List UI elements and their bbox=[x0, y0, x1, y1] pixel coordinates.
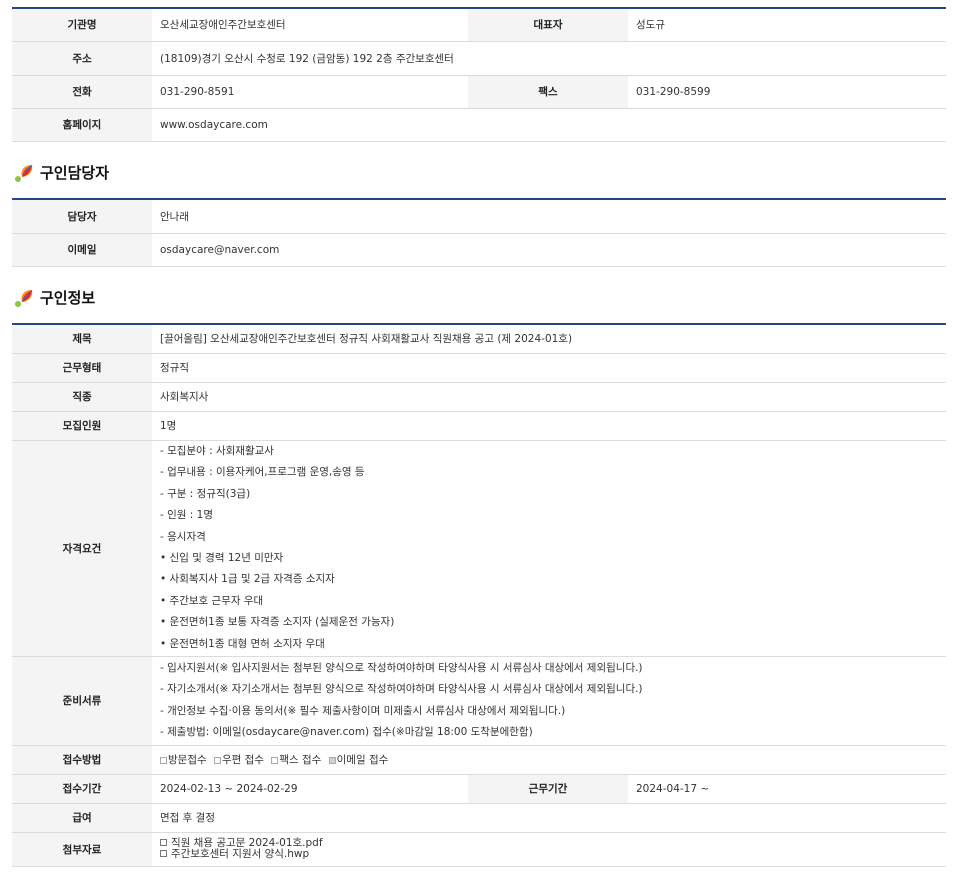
job-occupation-label: 직종 bbox=[12, 382, 152, 412]
contact-person-label: 담당자 bbox=[12, 199, 152, 234]
org-name-row: 기관명 오산세교장애인주간보호센터 대표자 성도규 bbox=[12, 8, 946, 42]
method-mail-option: 우편 접수 bbox=[213, 754, 264, 766]
contact-email-row: 이메일 osdaycare@naver.com bbox=[12, 233, 946, 267]
qualification-item: • 주간보호 근무자 우대 bbox=[160, 594, 264, 607]
org-home-label: 홈페이지 bbox=[12, 108, 152, 142]
contact-person-value: 안나래 bbox=[152, 199, 946, 234]
contact-section-heading: 구인담당자 bbox=[14, 161, 109, 183]
org-name-value: 오산세교장애인주간보호센터 bbox=[152, 8, 468, 42]
contact-section-title: 구인담당자 bbox=[40, 163, 110, 182]
job-section-title: 구인정보 bbox=[40, 288, 96, 307]
checkbox-icon bbox=[271, 757, 279, 764]
file-icon bbox=[160, 839, 167, 846]
qualification-item: • 운전면허1종 대형 면허 소지자 우대 bbox=[160, 637, 325, 650]
file-icon bbox=[160, 850, 167, 857]
attachment-link[interactable]: 주간보호센터 지원서 양식.hwp bbox=[160, 849, 938, 860]
qualification-item: - 업무내용 : 이용자케어,프로그램 운영,송영 등 bbox=[160, 466, 365, 479]
job-qualification-list: - 모집분야 : 사회재활교사 - 업무내용 : 이용자케어,프로그램 운영,송… bbox=[152, 440, 946, 657]
checkbox-checked-icon bbox=[328, 757, 336, 764]
job-headcount-value: 1명 bbox=[152, 411, 946, 441]
contact-email-label: 이메일 bbox=[12, 233, 152, 267]
qualification-item: - 응시자격 bbox=[160, 530, 206, 543]
org-tel-label: 전화 bbox=[12, 75, 152, 109]
org-home-link[interactable]: www.osdaycare.com bbox=[152, 108, 946, 142]
job-salary-row: 급여 면접 후 결정 bbox=[12, 803, 946, 833]
job-attachments-label: 첨부자료 bbox=[12, 832, 152, 867]
contact-email-value[interactable]: osdaycare@naver.com bbox=[152, 233, 946, 267]
job-period-row: 접수기간 2024-02-13 ~ 2024-02-29 근무기간 2024-0… bbox=[12, 774, 946, 804]
org-home-row: 홈페이지 www.osdaycare.com bbox=[12, 108, 946, 142]
org-fax-label: 팩스 bbox=[468, 75, 628, 109]
contact-table: 담당자 안나래 이메일 osdaycare@naver.com bbox=[12, 198, 946, 267]
checkbox-icon bbox=[160, 757, 167, 764]
qualification-item: • 신입 및 경력 12년 미만자 bbox=[160, 552, 284, 564]
method-email-option: 이메일 접수 bbox=[328, 754, 388, 766]
job-method-row: 접수방법 방문접수 우편 접수 팩스 접수 이메일 접수 bbox=[12, 745, 946, 775]
job-headcount-label: 모집인원 bbox=[12, 411, 152, 441]
job-title-label: 제목 bbox=[12, 324, 152, 354]
org-info-table: 기관명 오산세교장애인주간보호센터 대표자 성도규 주소 (18109)경기 오… bbox=[12, 7, 946, 142]
job-section-heading: 구인정보 bbox=[14, 286, 95, 308]
job-occupation-value: 사회복지사 bbox=[152, 382, 946, 412]
job-worktype-label: 근무형태 bbox=[12, 353, 152, 383]
job-title-value: [끌어올림] 오산세교장애인주간보호센터 정규직 사회재활교사 직원채용 공고 … bbox=[152, 324, 946, 354]
method-fax-option: 팩스 접수 bbox=[271, 754, 321, 766]
qualification-item: - 구분 : 정규직(3급) bbox=[160, 487, 251, 500]
job-posting-page: 기관명 오산세교장애인주간보호센터 대표자 성도규 주소 (18109)경기 오… bbox=[0, 0, 959, 872]
method-visit-option: 방문접수 bbox=[160, 754, 207, 766]
qualification-item: - 모집분야 : 사회재활교사 bbox=[160, 444, 274, 457]
document-item: - 개인정보 수집·이용 동의서(※ 필수 제출사항이며 미제출시 서류심사 대… bbox=[160, 704, 566, 717]
job-qualification-row: 자격요건 - 모집분야 : 사회재활교사 - 업무내용 : 이용자케어,프로그램… bbox=[12, 440, 946, 657]
job-period-value: 2024-02-13 ~ 2024-02-29 bbox=[152, 774, 468, 804]
job-occupation-row: 직종 사회복지사 bbox=[12, 382, 946, 412]
job-attachments-row: 첨부자료 직원 채용 공고문 2024-01호.pdf 주간보호센터 지원서 양… bbox=[12, 832, 946, 867]
job-title-row: 제목 [끌어올림] 오산세교장애인주간보호센터 정규직 사회재활교사 직원채용 … bbox=[12, 324, 946, 354]
org-fax-value: 031-290-8599 bbox=[628, 75, 946, 109]
qualification-item: - 인원 : 1명 bbox=[160, 509, 213, 522]
job-attachments-list: 직원 채용 공고문 2024-01호.pdf 주간보호센터 지원서 양식.hwp bbox=[152, 832, 946, 867]
job-method-label: 접수방법 bbox=[12, 745, 152, 775]
org-addr-row: 주소 (18109)경기 오산시 수청로 192 (금암동) 192 2층 주간… bbox=[12, 41, 946, 76]
org-rep-value: 성도규 bbox=[628, 8, 946, 42]
org-addr-label: 주소 bbox=[12, 41, 152, 76]
job-info-table: 제목 [끌어올림] 오산세교장애인주간보호센터 정규직 사회재활교사 직원채용 … bbox=[12, 323, 946, 867]
document-item: - 제출방법: 이메일(osdaycare@naver.com) 접수(※마감일… bbox=[160, 725, 533, 738]
job-workperiod-value: 2024-04-17 ~ bbox=[628, 774, 946, 804]
job-headcount-row: 모집인원 1명 bbox=[12, 411, 946, 441]
job-salary-label: 급여 bbox=[12, 803, 152, 833]
org-rep-label: 대표자 bbox=[468, 8, 628, 42]
job-worktype-value: 정규직 bbox=[152, 353, 946, 383]
document-item: - 입사지원서(※ 입사지원서는 첨부된 양식으로 작성하여야하며 타양식사용 … bbox=[160, 661, 643, 674]
colorful-leaf-icon bbox=[15, 290, 33, 307]
checkbox-icon bbox=[213, 757, 221, 764]
job-documents-label: 준비서류 bbox=[12, 656, 152, 746]
job-salary-value: 면접 후 결정 bbox=[152, 803, 946, 833]
colorful-leaf-icon bbox=[15, 165, 33, 182]
qualification-item: • 운전면허1종 보통 자격증 소지자 (실제운전 가능자) bbox=[160, 616, 395, 629]
org-addr-value: (18109)경기 오산시 수청로 192 (금암동) 192 2층 주간보호센… bbox=[152, 41, 946, 76]
job-workperiod-label: 근무기간 bbox=[468, 774, 628, 804]
org-name-label: 기관명 bbox=[12, 8, 152, 42]
org-tel-value: 031-290-8591 bbox=[152, 75, 468, 109]
job-period-label: 접수기간 bbox=[12, 774, 152, 804]
job-documents-list: - 입사지원서(※ 입사지원서는 첨부된 양식으로 작성하여야하며 타양식사용 … bbox=[152, 656, 946, 746]
job-method-options: 방문접수 우편 접수 팩스 접수 이메일 접수 bbox=[152, 745, 946, 775]
job-documents-row: 준비서류 - 입사지원서(※ 입사지원서는 첨부된 양식으로 작성하여야하며 타… bbox=[12, 656, 946, 746]
qualification-item: • 사회복지사 1급 및 2급 자격증 소지자 bbox=[160, 573, 335, 586]
job-worktype-row: 근무형태 정규직 bbox=[12, 353, 946, 383]
org-tel-row: 전화 031-290-8591 팩스 031-290-8599 bbox=[12, 75, 946, 109]
document-item: - 자기소개서(※ 자기소개서는 첨부된 양식으로 작성하여야하며 타양식사용 … bbox=[160, 683, 643, 696]
contact-person-row: 담당자 안나래 bbox=[12, 199, 946, 234]
job-qualification-label: 자격요건 bbox=[12, 440, 152, 657]
